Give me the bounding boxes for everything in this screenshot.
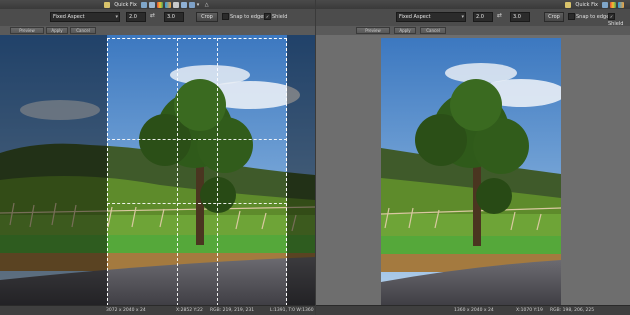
shield-checkbox[interactable]: ✓Shield <box>264 13 287 21</box>
aspect-width-input[interactable]: 2.0 <box>473 12 493 22</box>
aspect-select-value: Fixed Aspect <box>399 14 431 20</box>
shield-label: Shield <box>272 14 288 20</box>
crop-guide-vertical <box>217 38 218 306</box>
aspect-width-input[interactable]: 2.0 <box>126 12 146 22</box>
status-rgb: RGB: 219, 219, 231 <box>210 308 255 313</box>
checkmark-icon[interactable]: ✓ <box>608 13 615 20</box>
crop-button[interactable]: Crop <box>196 12 218 22</box>
aspect-height-input[interactable]: 3.0 <box>510 12 530 22</box>
crop-rectangle[interactable] <box>107 38 287 306</box>
quick-fix-label[interactable]: Quick Fix <box>575 2 598 8</box>
snap-label: Snap to edges <box>230 14 266 20</box>
printer-icon[interactable] <box>180 1 187 8</box>
snap-to-edges-checkbox[interactable]: Snap to edges <box>222 13 266 21</box>
color-drops-icon[interactable] <box>164 1 171 8</box>
chevron-down-icon[interactable]: ▾ <box>197 2 203 8</box>
aspect-select-value: Fixed Aspect <box>53 14 85 20</box>
cropped-photo <box>381 38 561 306</box>
swap-icon[interactable]: ⇄ <box>497 12 502 19</box>
aspect-height-input[interactable]: 3.0 <box>164 12 184 22</box>
aspect-select[interactable]: Fixed Aspect ▾ <box>50 12 120 22</box>
image-icon[interactable] <box>602 1 608 8</box>
cancel-button[interactable]: Cancel <box>420 27 446 34</box>
crop-toolbar: Fixed Aspect ▾ 2.0 ⇄ 3.0 Crop Snap to ed… <box>0 9 315 27</box>
palette-icon[interactable] <box>156 1 163 8</box>
left-pane: Quick Fix ▾ △ Fixed Aspect ▾ 2.0 ⇄ 3.0 C… <box>0 0 315 315</box>
chevron-down-icon: ▾ <box>115 14 118 20</box>
crop-shade-left <box>0 35 107 306</box>
aspect-select[interactable]: Fixed Aspect ▾ <box>396 12 466 22</box>
crop-guide-vertical <box>177 38 178 306</box>
crop-toolbar: Fixed Aspect ▾ 2.0 ⇄ 3.0 Crop Snap to ed… <box>316 9 630 27</box>
preview-button[interactable]: Preview <box>10 27 44 34</box>
crop-button[interactable]: Crop <box>544 12 564 22</box>
checkmark-icon[interactable]: ✓ <box>264 13 271 20</box>
image-canvas[interactable] <box>316 35 630 306</box>
status-bar: 3072 x 2040 x 24 X:2852 Y:22 RGB: 219, 2… <box>0 305 315 315</box>
status-bar: 1360 x 2040 x 24 X:1070 Y:19 RGB: 198, 2… <box>316 305 630 315</box>
image-canvas[interactable] <box>0 35 315 306</box>
person-icon[interactable] <box>172 1 179 8</box>
crop-guide-horizontal <box>107 203 287 204</box>
funnel-icon[interactable] <box>188 1 195 8</box>
quick-fix-label[interactable]: Quick Fix <box>114 2 137 8</box>
status-dimensions: 3072 x 2040 x 24 <box>106 308 146 313</box>
magic-wand-icon[interactable] <box>104 1 111 8</box>
status-coordinates: X:2852 Y:22 <box>176 308 203 313</box>
apply-button[interactable]: Apply <box>46 27 68 34</box>
color-drops-icon[interactable] <box>618 1 624 8</box>
apply-button[interactable]: Apply <box>394 27 416 34</box>
status-crop-info: L:1391, T:0 W:1360 <box>270 308 314 313</box>
snap-label: Snap to edges <box>576 14 612 20</box>
checkbox-box[interactable] <box>222 13 229 20</box>
crop-shade-right <box>287 35 315 306</box>
checkbox-box[interactable] <box>568 13 575 20</box>
magic-wand-icon[interactable] <box>565 1 572 8</box>
swap-icon[interactable]: ⇄ <box>150 12 155 19</box>
palette-icon[interactable] <box>610 1 616 8</box>
cancel-button[interactable]: Cancel <box>70 27 96 34</box>
image-adjust-icon[interactable] <box>148 1 155 8</box>
preview-button[interactable]: Preview <box>356 27 390 34</box>
crop-guide-horizontal <box>107 139 287 140</box>
right-pane: Quick Fix Fixed Aspect ▾ 2.0 ⇄ 3.0 Crop … <box>315 0 630 315</box>
status-rgb: RGB: 198, 206, 225 <box>550 308 595 313</box>
triangle-icon[interactable]: △ <box>205 2 211 8</box>
snap-to-edges-checkbox[interactable]: Snap to edges <box>568 13 612 21</box>
status-dimensions: 1360 x 2040 x 24 <box>454 308 494 313</box>
image-icon[interactable] <box>140 1 147 8</box>
chevron-down-icon: ▾ <box>461 14 464 20</box>
status-coordinates: X:1070 Y:19 <box>516 308 543 313</box>
